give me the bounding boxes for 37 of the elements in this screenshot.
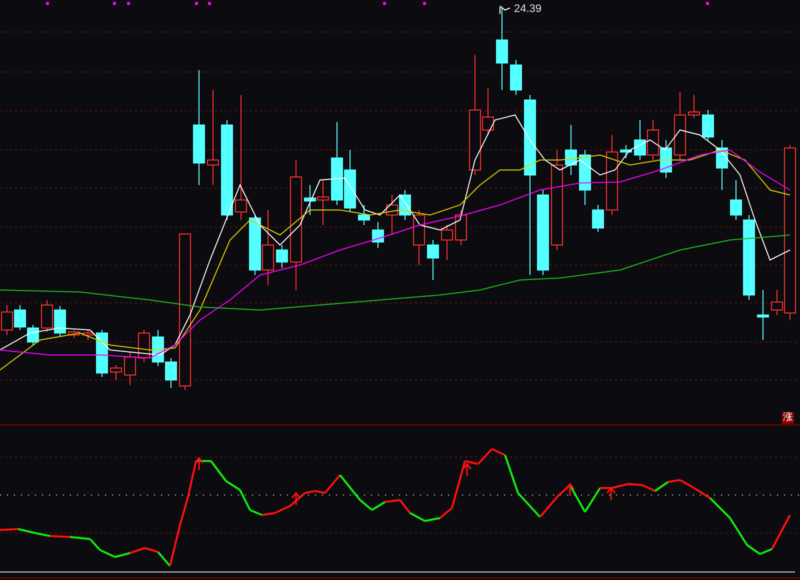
candlestick [82,330,94,340]
candlestick [510,60,522,96]
candlestick [674,92,686,160]
candlestick [688,94,700,118]
candlestick [138,330,150,362]
candlestick [68,330,80,338]
candlestick [757,290,769,340]
rise-badge: 涨 [782,412,794,424]
candlestick [110,364,122,380]
candlestick [620,144,632,158]
candlestick [54,306,66,336]
candlestick [344,150,356,212]
candlestick [647,120,659,160]
candlestick [386,194,398,236]
candlestick [372,222,384,248]
candlestick [165,358,177,388]
candlestick [455,210,467,246]
candlestick [399,190,411,220]
candlestick [124,352,136,386]
candlestick [27,324,39,346]
candlestick [565,124,577,176]
candlestick [41,300,53,332]
candlestick [276,244,288,268]
candlestick [413,210,425,266]
candlestick [702,110,714,140]
high-price-pointer-icon [500,6,510,14]
candlestick [427,240,439,280]
candlestick [634,120,646,160]
candlestick [14,304,26,330]
candlestick [96,330,108,378]
candlestick [152,330,164,366]
candlestick [358,204,370,226]
candlestick [660,140,672,178]
candlestick [249,214,261,276]
high-price-label: 24.39 [514,4,542,15]
candlestick [441,224,453,260]
candlestick [716,140,728,190]
